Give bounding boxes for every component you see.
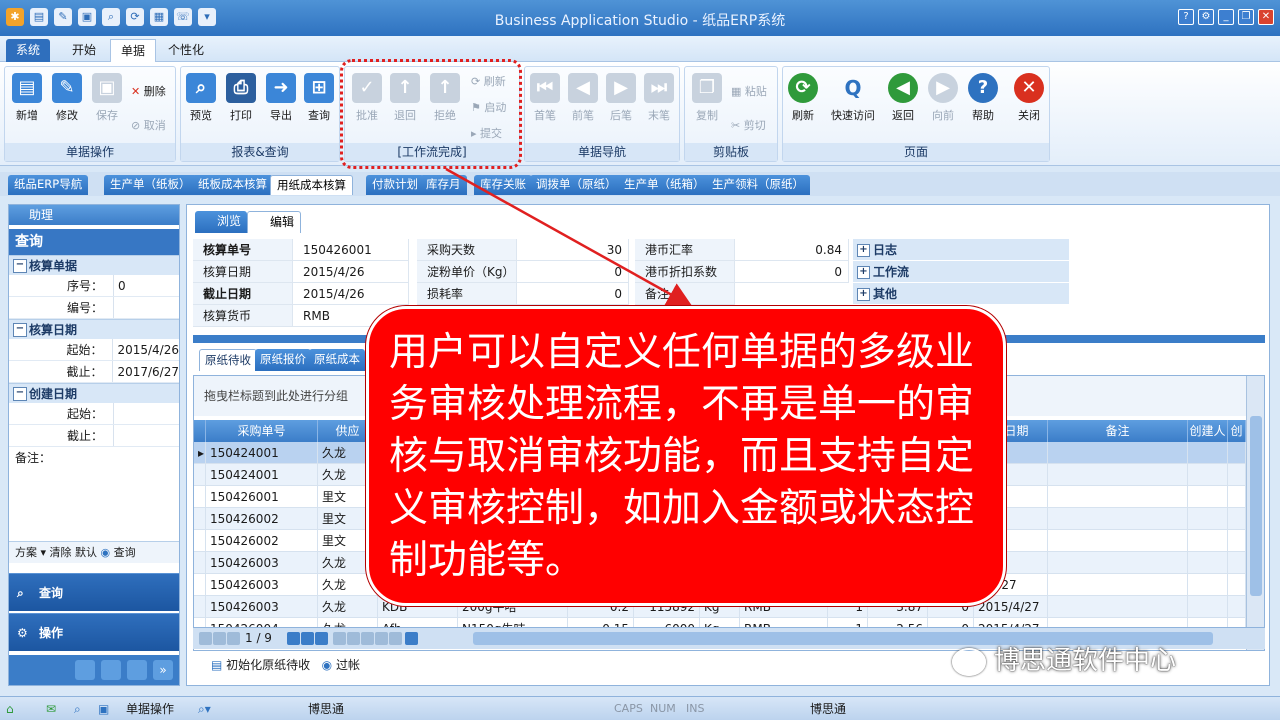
callout-box: 用户可以自定义任何单据的多级业务审核处理流程，不再是单一的审核与取消审核功能，而… <box>366 306 1006 606</box>
wechat-logo-icon <box>952 647 986 676</box>
callout-text: 用户可以自定义任何单据的多级业务审核处理流程，不再是单一的审核与取消审核功能，而… <box>389 330 975 583</box>
watermark: 博思通软件中心 <box>952 640 1176 677</box>
